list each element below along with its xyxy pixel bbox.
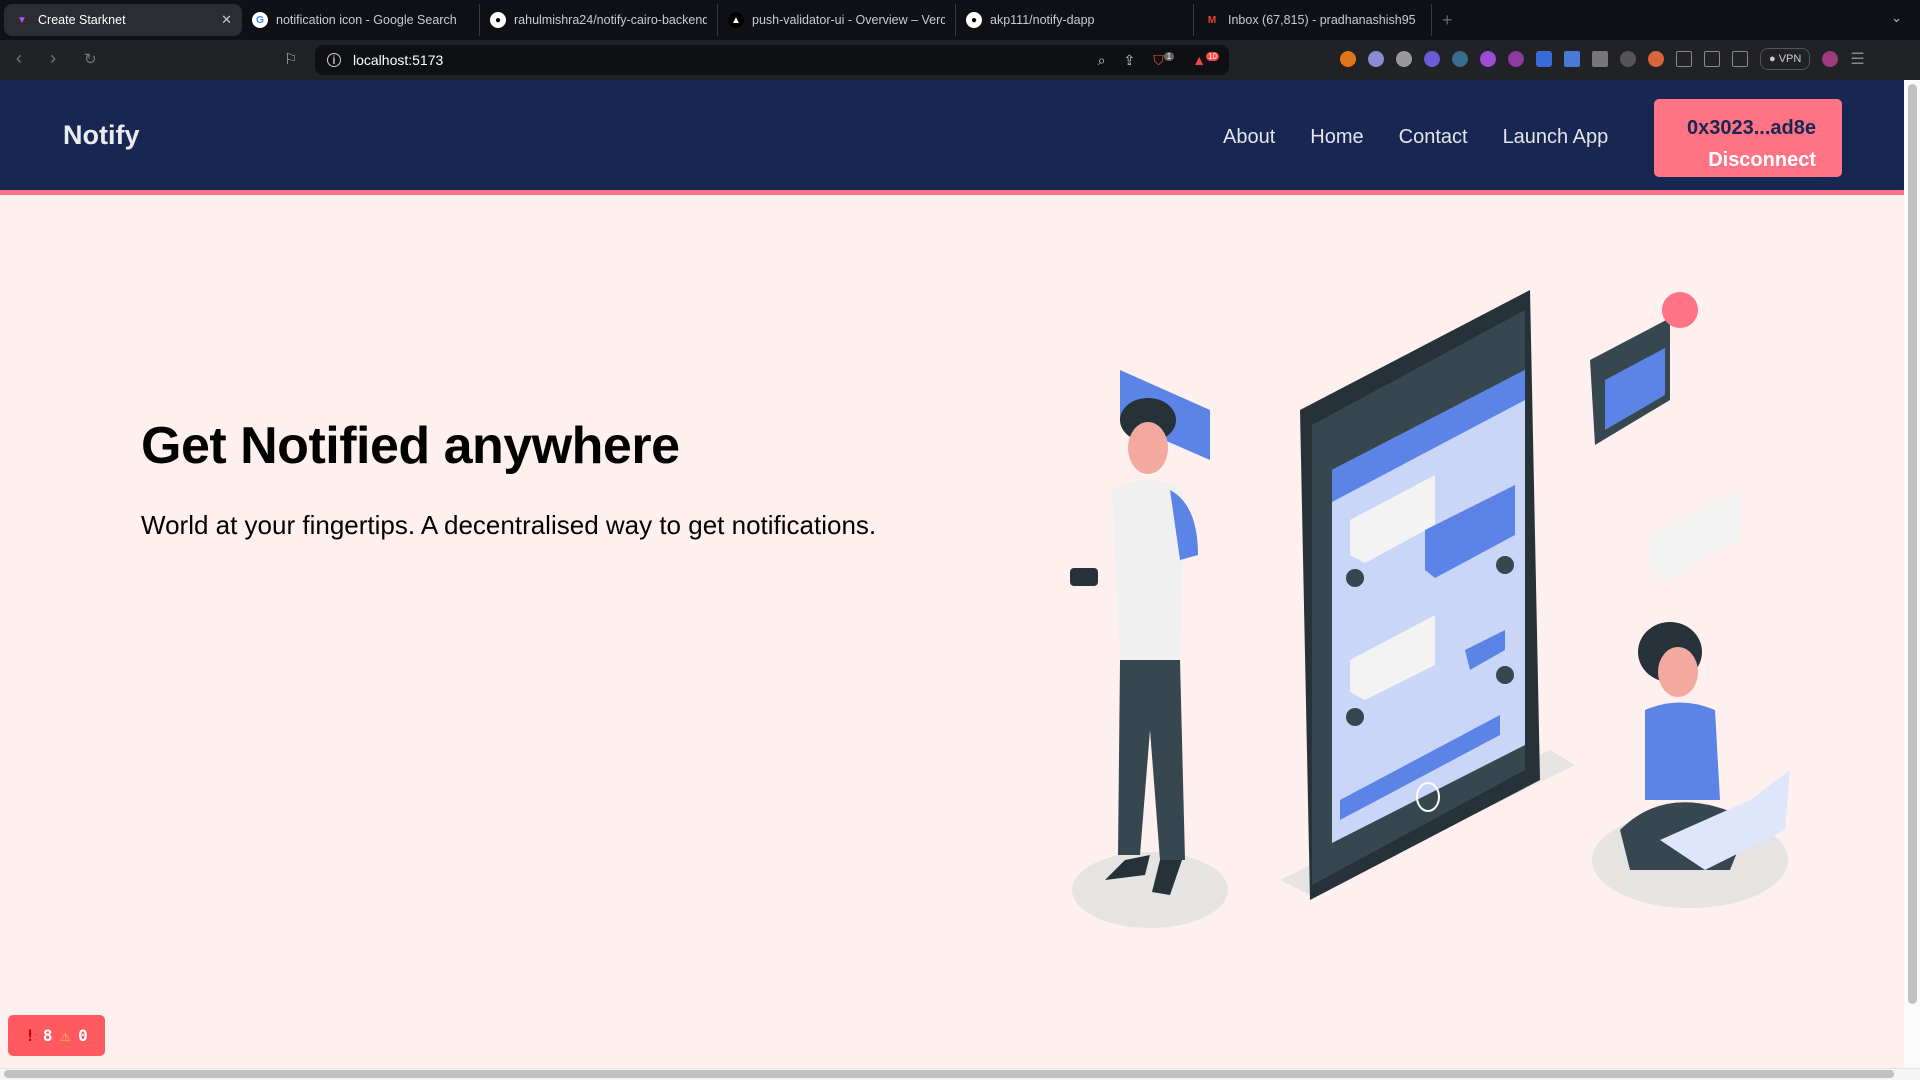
warning-count: 0 bbox=[78, 1026, 88, 1045]
zoom-icon[interactable]: ⌕ bbox=[1098, 52, 1106, 69]
extension-shield-icon[interactable] bbox=[1536, 51, 1552, 67]
menu-icon[interactable]: ☰ bbox=[1850, 49, 1864, 69]
extensions-bar: ● VPN ☰ bbox=[1340, 48, 1865, 70]
logo[interactable]: Notify bbox=[63, 120, 140, 151]
reload-icon[interactable]: ↻ bbox=[84, 50, 97, 68]
tab-bar: ▼ Create Starknet ✕ Gnotification icon - G… bbox=[0, 0, 1920, 40]
extension-orange-icon[interactable] bbox=[1648, 51, 1664, 67]
error-count: 8 bbox=[42, 1026, 53, 1045]
sidebar-icon[interactable] bbox=[1704, 51, 1720, 67]
nav-home[interactable]: Home bbox=[1310, 126, 1363, 149]
extension-grey-icon[interactable] bbox=[1592, 51, 1608, 67]
site-info-icon[interactable]: i bbox=[327, 53, 341, 67]
translate-icon[interactable] bbox=[1564, 51, 1580, 67]
vite-icon: ▼ bbox=[17, 14, 27, 26]
woman-figure bbox=[1620, 622, 1790, 870]
warning-icon: ⚠ bbox=[60, 1026, 71, 1045]
tab-gmail[interactable]: M Inbox (67,815) - pradhanashish95 bbox=[1194, 4, 1432, 36]
gmail-icon: M bbox=[1207, 14, 1217, 26]
wallet-address: 0x3023...ad8e bbox=[1687, 116, 1816, 139]
main-nav: About Home Contact Launch App bbox=[1223, 126, 1608, 149]
vercel-icon: ▲ bbox=[728, 12, 744, 28]
hero-title: Get Notified anywhere bbox=[141, 417, 680, 475]
bookmark-icon[interactable]: ⚐ bbox=[284, 50, 297, 68]
tab-github-dapp[interactable]: ● akp111/notify-dapp bbox=[956, 4, 1194, 36]
metamask-icon[interactable] bbox=[1340, 51, 1356, 67]
address-toolbar: ‹ › ↻ ⚐ i localhost:5173 ⌕ ⇪ ⛉ 1 ▲ 10 ● VP… bbox=[0, 40, 1920, 80]
notification-illustration bbox=[1070, 290, 1790, 928]
disconnect-wallet-button[interactable]: 0x3023...ad8e Disconnect bbox=[1654, 99, 1842, 177]
robot-icon[interactable] bbox=[1620, 51, 1636, 67]
close-tab-icon[interactable]: ✕ bbox=[221, 12, 232, 28]
forward-icon[interactable]: › bbox=[50, 48, 56, 69]
github-icon: ● bbox=[966, 12, 982, 28]
nav-contact[interactable]: Contact bbox=[1399, 126, 1468, 149]
nav-about[interactable]: About bbox=[1223, 126, 1275, 149]
back-icon[interactable]: ‹ bbox=[16, 48, 22, 69]
github-icon: ● bbox=[490, 12, 506, 28]
phantom-icon[interactable] bbox=[1368, 51, 1384, 67]
profile-icon[interactable] bbox=[1822, 51, 1839, 67]
tab-vercel[interactable]: ▲ push-validator-ui - Overview – Vercel bbox=[718, 4, 956, 36]
site-header: Notify About Home Contact Launch App 0x3… bbox=[0, 80, 1904, 195]
vertical-scrollbar-thumb[interactable] bbox=[1908, 84, 1917, 1004]
brave-shields-icon[interactable]: ⛉ 1 bbox=[1153, 52, 1175, 69]
extension-owl-icon[interactable] bbox=[1396, 51, 1412, 67]
tab-google-search[interactable]: Gnotification icon - Google Search bbox=[242, 4, 480, 36]
brave-rewards-icon[interactable]: ▲ 10 bbox=[1192, 52, 1219, 68]
url-text[interactable]: localhost:5173 bbox=[353, 52, 443, 68]
drop-icon[interactable] bbox=[1452, 51, 1468, 67]
share-icon[interactable]: ⇪ bbox=[1124, 52, 1136, 69]
extension-violet-icon[interactable] bbox=[1480, 51, 1496, 67]
extensions-puzzle-icon[interactable] bbox=[1676, 51, 1692, 67]
disconnect-label: Disconnect bbox=[1708, 148, 1816, 171]
extension-bell-icon[interactable] bbox=[1508, 51, 1524, 67]
tab-list-chevron-icon[interactable]: ⌄ bbox=[1891, 10, 1902, 26]
horizontal-scrollbar-thumb[interactable] bbox=[4, 1070, 1894, 1078]
url-bar[interactable]: i localhost:5173 ⌕ ⇪ ⛉ 1 ▲ 10 bbox=[315, 45, 1229, 75]
tab-github-backend[interactable]: ● rahulmishra24/notify-cairo-backend bbox=[480, 4, 718, 36]
wallet-icon[interactable] bbox=[1732, 51, 1748, 67]
dev-error-overlay[interactable]: ! 8 ⚠ 0 bbox=[8, 1015, 105, 1056]
phone bbox=[1300, 290, 1540, 900]
new-tab-button[interactable]: + bbox=[1442, 10, 1453, 31]
nav-launch-app[interactable]: Launch App bbox=[1503, 126, 1609, 149]
vpn-button[interactable]: ● VPN bbox=[1760, 48, 1811, 70]
extension-purple-icon[interactable] bbox=[1424, 51, 1440, 67]
man-figure bbox=[1070, 398, 1198, 895]
tab-create-starknet[interactable]: ▼ Create Starknet ✕ bbox=[4, 4, 242, 36]
error-icon: ! bbox=[25, 1026, 35, 1045]
hero-subtitle: World at your fingertips. A decentralise… bbox=[141, 510, 877, 540]
google-icon: G bbox=[252, 12, 268, 28]
